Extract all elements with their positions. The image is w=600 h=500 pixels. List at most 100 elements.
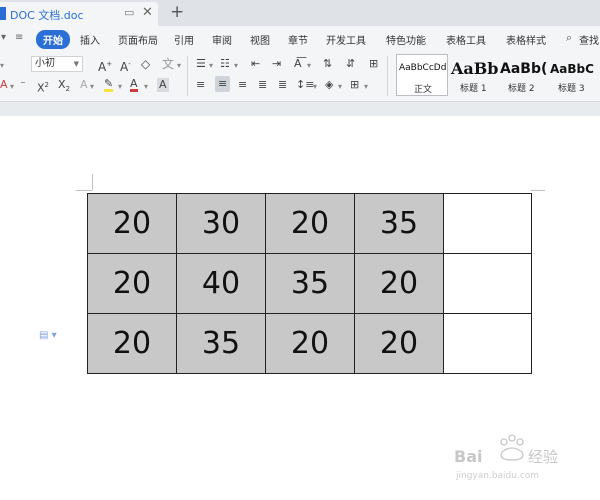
table-cell[interactable]: 35	[176, 313, 266, 374]
increase-font-icon[interactable]: A+	[98, 57, 112, 74]
ribbon-separator	[387, 56, 388, 96]
style-name: 标题 1	[460, 84, 487, 94]
text-direction-icon[interactable]: A͞	[294, 57, 302, 71]
menu-tab-table-style[interactable]: 表格样式	[506, 32, 546, 47]
menu-tab-insert[interactable]: 插入	[80, 32, 100, 47]
line-spacing-icon[interactable]: ↕≡	[296, 78, 314, 92]
font-color-icon[interactable]: A	[130, 78, 138, 92]
subscript-icon[interactable]: X2	[58, 78, 70, 96]
workspace-gap	[0, 102, 600, 116]
text-direction-dropdown-icon[interactable]: ▾	[307, 59, 311, 73]
style-heading-1[interactable]: AaBb 标题 1	[450, 54, 500, 96]
customize-icon[interactable]: ≡	[15, 32, 23, 43]
paragraph-options-icon[interactable]: ▤ ▾	[39, 330, 57, 341]
text-effect-icon[interactable]: A	[80, 78, 88, 92]
align-center-icon[interactable]: ≡	[215, 76, 231, 92]
ribbon-separator	[187, 56, 188, 96]
clear-format-icon[interactable]: ◇	[141, 57, 150, 71]
data-table[interactable]: 20 30 20 35 20 40 35 20 20 35 20 20	[87, 193, 532, 374]
align-right-icon[interactable]: ≡	[238, 78, 247, 92]
search-label[interactable]: 查找	[579, 32, 599, 47]
border-icon[interactable]: ⊞	[350, 78, 359, 92]
font-color-dropdown-icon[interactable]: ▾	[144, 80, 148, 94]
font-effect-dropdown-icon[interactable]: ▾	[10, 80, 14, 94]
font-effect-icon[interactable]: A	[0, 78, 8, 92]
bullet-dropdown-icon[interactable]: ▾	[209, 59, 213, 73]
table-cell[interactable]	[443, 193, 532, 254]
table-cell[interactable]	[443, 313, 532, 374]
style-name: 正文	[414, 85, 433, 95]
justify-icon[interactable]: ≣	[258, 78, 267, 92]
title-bar: DOC 文档.doc ▭ ✕ +	[0, 0, 600, 26]
phonetic-guide-icon[interactable]: 文	[162, 57, 174, 71]
style-sample: AaBb(	[500, 61, 548, 77]
style-sample: AaBb	[451, 59, 499, 78]
character-shading-icon[interactable]: A	[157, 78, 169, 92]
document-title: DOC 文档.doc	[10, 9, 84, 22]
table-cell[interactable]: 20	[265, 313, 355, 374]
table-cell[interactable]: 35	[265, 253, 355, 314]
menu-tab-view[interactable]: 视图	[250, 32, 270, 47]
border-dropdown-icon[interactable]: ▾	[364, 80, 368, 94]
menu-tab-features[interactable]: 特色功能	[386, 32, 426, 47]
style-heading-2[interactable]: AaBb( 标题 2	[500, 54, 548, 96]
document-tab[interactable]: DOC 文档.doc ▭ ✕	[0, 2, 158, 26]
text-case-icon[interactable]: ⁻	[20, 78, 26, 92]
line-spacing-dropdown-icon[interactable]: ▾	[313, 80, 317, 94]
menu-tab-developer[interactable]: 开发工具	[326, 32, 366, 47]
table-cell[interactable]: 20	[354, 253, 444, 314]
menu-tab-page-layout[interactable]: 页面布局	[118, 32, 158, 47]
table-cell[interactable]: 35	[354, 193, 444, 254]
font-size-value: 小初	[35, 58, 55, 69]
highlight-color-icon[interactable]: ✎	[104, 78, 114, 92]
svg-text:经验: 经验	[528, 448, 558, 466]
pin-icon[interactable]: ▭	[124, 6, 134, 19]
svg-text:Bai: Bai	[454, 447, 482, 466]
table-cell[interactable]	[443, 253, 532, 314]
search-icon[interactable]: ⌕	[566, 31, 572, 45]
highlight-dropdown-icon[interactable]: ▾	[118, 80, 122, 94]
menu-tab-table-tools[interactable]: 表格工具	[446, 32, 486, 47]
chinese-layout-icon[interactable]: ⇅	[323, 57, 332, 71]
decrease-indent-icon[interactable]: ⇤	[251, 57, 260, 71]
table-cell[interactable]: 20	[265, 193, 355, 254]
increase-indent-icon[interactable]: ⇥	[272, 57, 281, 71]
word-doc-icon	[0, 7, 6, 20]
font-name-dropdown-icon[interactable]: ▾	[0, 59, 4, 73]
svg-text:jingyan.baidu.com: jingyan.baidu.com	[455, 471, 539, 481]
shading-icon[interactable]: ◈	[325, 78, 333, 92]
chevron-down-icon: ▼	[73, 60, 79, 68]
style-name: 标题 2	[508, 84, 535, 94]
table-cell[interactable]: 20	[87, 253, 177, 314]
numbered-dropdown-icon[interactable]: ▾	[234, 59, 238, 73]
table-cell[interactable]: 20	[87, 313, 177, 374]
margin-marker	[76, 190, 92, 191]
quick-access-icon[interactable]: ▾	[1, 32, 6, 43]
show-marks-icon[interactable]: ⊞	[369, 57, 378, 71]
phonetic-dropdown-icon[interactable]: ▾	[177, 59, 181, 73]
shading-dropdown-icon[interactable]: ▾	[338, 80, 342, 94]
distributed-icon[interactable]: ≣	[278, 78, 287, 92]
sort-icon[interactable]: ⇵	[346, 57, 355, 71]
numbered-list-icon[interactable]: ☷	[220, 57, 230, 71]
style-sample: AaBbC	[550, 62, 594, 76]
align-left-icon[interactable]: ≡	[196, 78, 205, 92]
style-normal[interactable]: AaBbCcDd 正文	[396, 54, 448, 96]
menu-tab-chapter[interactable]: 章节	[288, 32, 308, 47]
text-effect-dropdown-icon[interactable]: ▾	[90, 80, 94, 94]
menu-tab-home[interactable]: 开始	[36, 30, 70, 49]
table-row: 20 35 20 20	[87, 313, 532, 374]
table-cell[interactable]: 30	[176, 193, 266, 254]
decrease-font-icon[interactable]: A-	[120, 57, 131, 74]
style-heading-3[interactable]: AaBbC 标题 3	[550, 54, 600, 96]
font-size-field[interactable]: 小初 ▼	[31, 56, 83, 72]
table-cell[interactable]: 40	[176, 253, 266, 314]
superscript-icon[interactable]: X2	[37, 78, 49, 96]
table-cell[interactable]: 20	[354, 313, 444, 374]
menu-tab-references[interactable]: 引用	[174, 32, 194, 47]
new-tab-button[interactable]: +	[170, 2, 184, 22]
close-icon[interactable]: ✕	[142, 5, 153, 20]
menu-tab-review[interactable]: 审阅	[212, 32, 232, 47]
table-cell[interactable]: 20	[87, 193, 177, 254]
bullet-list-icon[interactable]: ☰	[196, 57, 206, 71]
